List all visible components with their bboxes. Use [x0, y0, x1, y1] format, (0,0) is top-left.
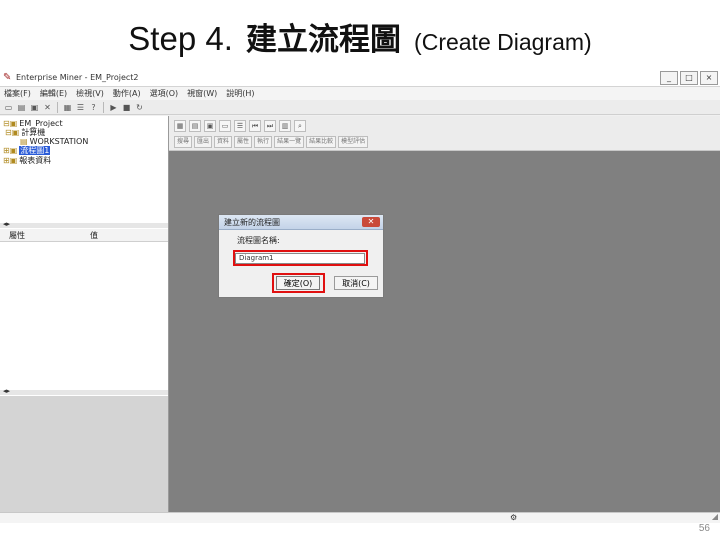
slide-title: Step 4. 建立流程圖 (Create Diagram) — [0, 14, 720, 59]
property-splitter[interactable]: ◂▸ — [0, 387, 168, 395]
toolbar-separator — [103, 101, 104, 113]
workstation-icon: ▤ — [20, 137, 28, 146]
tree-item-diagram[interactable]: ⊞▣ 流程圖1 — [3, 146, 51, 156]
open-icon[interactable]: ▤ — [16, 102, 27, 113]
zoom-icon[interactable]: ⌕ — [294, 120, 306, 132]
grid-icon[interactable]: ▦ — [174, 120, 186, 132]
menu-window[interactable]: 視窗(W) — [187, 87, 217, 100]
menu-view[interactable]: 檢視(V) — [76, 87, 104, 100]
maximize-button[interactable]: □ — [680, 71, 698, 85]
ok-button[interactable]: 確定(O) — [276, 276, 320, 290]
menu-edit[interactable]: 編輯(E) — [40, 87, 67, 100]
new-icon[interactable]: ▭ — [3, 102, 14, 113]
close-button[interactable]: × — [700, 71, 718, 85]
tool-export[interactable]: 匯出 — [194, 136, 213, 148]
align-icon[interactable]: ☰ — [234, 120, 246, 132]
refresh-icon[interactable]: ↻ — [134, 102, 145, 113]
app-logo-icon: ✎ — [3, 72, 12, 83]
properties-icon[interactable]: ▦ — [62, 102, 73, 113]
tool-run[interactable]: 執行 — [254, 136, 273, 148]
report-icon: ⊞▣ — [3, 156, 18, 165]
tool-model-assess[interactable]: 模型評估 — [338, 136, 369, 148]
save-icon[interactable]: ▣ — [29, 102, 40, 113]
workspace-toolbar: ▦ ▤ ▣ ▭ ☰ ⏮ ⏭ ▥ ⌕ 搜尋 匯出 資料 屬性 執行 結果一覽 結果… — [169, 116, 720, 151]
node-icon[interactable]: ▣ — [204, 120, 216, 132]
menu-options[interactable]: 選項(O) — [150, 87, 179, 100]
splitter-arrows-icon: ◂▸ — [3, 387, 11, 395]
last-icon[interactable]: ⏭ — [264, 120, 276, 132]
table-icon[interactable]: ▤ — [189, 120, 201, 132]
main-toolbar: ▭ ▤ ▣ ✕ ▦ ☰ ? ▶ ■ ↻ — [0, 100, 720, 115]
folder-icon: ⊟▣ — [3, 119, 18, 128]
help-icon[interactable]: ? — [88, 102, 99, 113]
diagram-name-input[interactable] — [235, 253, 365, 264]
cancel-button[interactable]: 取消(C) — [334, 276, 378, 290]
window-titlebar[interactable]: ✎ Enterprise Miner - EM_Project2 _ □ × — [0, 70, 720, 87]
dialog-close-button[interactable]: ✕ — [362, 217, 380, 227]
splitter-arrows-icon: ◂▸ — [3, 220, 11, 228]
tool-search[interactable]: 搜尋 — [174, 136, 193, 148]
delete-icon[interactable]: ✕ — [42, 102, 53, 113]
status-bar: ⚙ ◢ — [0, 512, 720, 523]
menu-actions[interactable]: 動作(A) — [113, 87, 141, 100]
property-column-header: 屬性 — [9, 231, 25, 240]
project-tree: ⊟▣ EM_Project ⊟▣ 計算機 ▤ WORKSTATION ⊞▣ 流程圖1 ⊞… — [0, 116, 168, 224]
tool-data[interactable]: 資料 — [214, 136, 233, 148]
status-indicator-icon: ⚙ — [510, 513, 518, 522]
run-icon[interactable]: ▶ — [108, 102, 119, 113]
computer-icon: ⊟▣ — [5, 128, 20, 137]
workspace-tool-tabs: 搜尋 匯出 資料 屬性 執行 結果一覽 結果比較 模型評估 — [174, 136, 369, 148]
create-diagram-dialog: 建立新的流程圖 ✕ 流程圖名稱: 確定(O) 取消(C) — [218, 214, 384, 298]
title-step: Step 4. — [128, 20, 233, 57]
menu-help[interactable]: 說明(H) — [226, 87, 254, 100]
tool-results-compare[interactable]: 結果比較 — [306, 136, 337, 148]
resize-grip-icon[interactable]: ◢ — [712, 512, 718, 521]
stop-icon[interactable]: ■ — [121, 102, 132, 113]
property-header: 屬性 值 — [0, 229, 168, 242]
dialog-titlebar[interactable]: 建立新的流程圖 ✕ — [219, 215, 383, 230]
tree-splitter[interactable]: ◂▸ — [0, 220, 168, 228]
page-number: 56 — [698, 523, 710, 534]
dialog-title: 建立新的流程圖 — [224, 218, 280, 227]
diagram-name-label: 流程圖名稱: — [237, 236, 280, 245]
tree-item-reports[interactable]: ⊞▣ 報表資料 — [3, 156, 51, 166]
toolbar-separator — [57, 101, 58, 113]
fit-icon[interactable]: ▥ — [279, 120, 291, 132]
property-table: 屬性 值 — [0, 229, 168, 389]
value-column-header: 值 — [90, 231, 98, 240]
minimize-button[interactable]: _ — [660, 71, 678, 85]
diagram-workspace[interactable]: ▦ ▤ ▣ ▭ ☰ ⏮ ⏭ ▥ ⌕ 搜尋 匯出 資料 屬性 執行 結果一覽 結果… — [169, 116, 720, 512]
workspace-toolbar-icons: ▦ ▤ ▣ ▭ ☰ ⏮ ⏭ ▥ ⌕ — [174, 120, 306, 132]
window-title: Enterprise Miner - EM_Project2 — [16, 73, 139, 82]
page-icon[interactable]: ▭ — [219, 120, 231, 132]
menu-bar: 檔案(F) 編輯(E) 檢視(V) 動作(A) 選項(O) 視窗(W) 說明(H… — [0, 87, 720, 100]
tool-properties[interactable]: 屬性 — [234, 136, 253, 148]
diagram-icon: ⊞▣ — [3, 146, 18, 155]
title-chinese: 建立流程圖 — [245, 22, 401, 58]
window-controls: _ □ × — [660, 71, 718, 85]
title-english: (Create Diagram) — [414, 29, 592, 55]
description-panel — [0, 396, 168, 512]
tool-results-overview[interactable]: 結果一覽 — [274, 136, 305, 148]
menu-file[interactable]: 檔案(F) — [4, 87, 31, 100]
first-icon[interactable]: ⏮ — [249, 120, 261, 132]
project-panel: ⊟▣ EM_Project ⊟▣ 計算機 ▤ WORKSTATION ⊞▣ 流程圖1 ⊞… — [0, 116, 169, 512]
list-icon[interactable]: ☰ — [75, 102, 86, 113]
